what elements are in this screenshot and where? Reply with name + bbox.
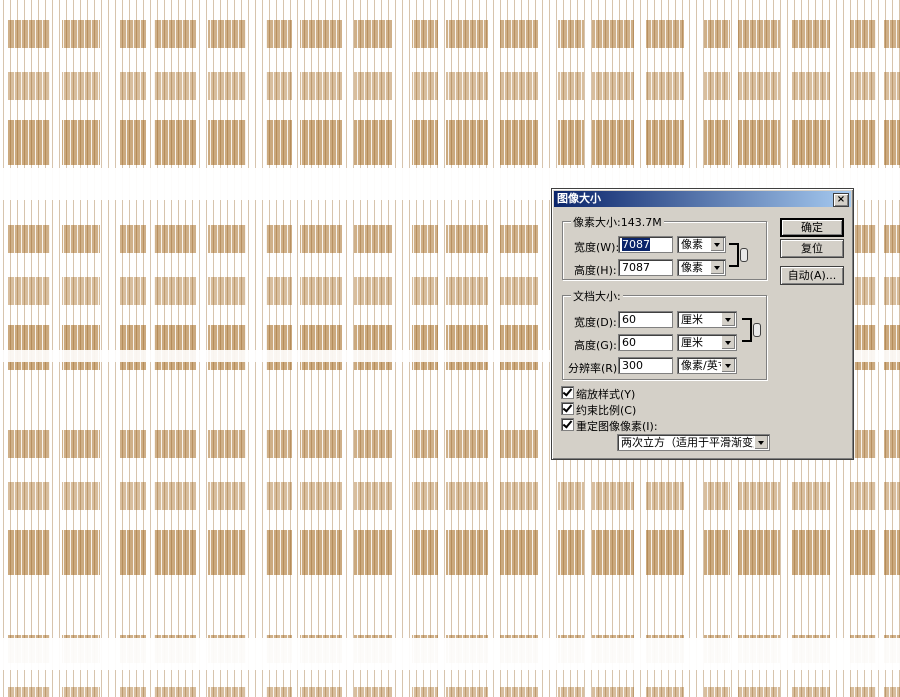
pixel-link-bracket (729, 243, 739, 267)
pixel-width-label: 宽度(W): (574, 241, 620, 254)
ok-button[interactable]: 确定 (780, 218, 844, 237)
resolution-label: 分辨率(R): (568, 362, 621, 375)
chevron-down-icon (721, 313, 735, 326)
close-icon: × (836, 194, 846, 205)
scale-styles-label: 缩放样式(Y) (576, 388, 636, 401)
doc-height-label: 高度(G): (574, 339, 617, 352)
link-chain-icon (740, 248, 748, 262)
resample-checkbox[interactable] (561, 418, 574, 431)
doc-link-bracket (742, 318, 752, 342)
link-chain-icon (753, 323, 761, 337)
pixel-height-unit-select[interactable]: 像素 (677, 259, 726, 276)
pixel-width-input[interactable]: 7087 (618, 236, 673, 253)
resample-label: 重定图像像素(I): (576, 420, 658, 433)
dialog-title: 图像大小 (557, 192, 601, 205)
resolution-unit-select[interactable]: 像素/英寸 (677, 357, 737, 374)
doc-width-unit-select[interactable]: 厘米 (677, 311, 737, 328)
pixel-height-input[interactable]: 7087 (618, 259, 673, 276)
chevron-down-icon (721, 336, 735, 349)
doc-width-input[interactable]: 60 (618, 311, 673, 328)
dialog-titlebar[interactable]: 图像大小 × (554, 191, 851, 207)
chevron-down-icon (754, 436, 768, 449)
auto-button[interactable]: 自动(A)... (780, 266, 844, 285)
chevron-down-icon (710, 261, 724, 274)
chevron-down-icon (710, 238, 724, 251)
pixel-dimensions-label: 像素大小:143.7M (571, 214, 664, 230)
resolution-input[interactable]: 300 (618, 357, 673, 374)
close-button[interactable]: × (833, 193, 849, 207)
doc-height-input[interactable]: 60 (618, 334, 673, 351)
pixel-width-unit-select[interactable]: 像素 (677, 236, 726, 253)
image-size-dialog: 图像大小 × 像素大小:143.7M 宽度(W): 7087 像素 高度(H):… (551, 188, 854, 460)
scale-styles-checkbox[interactable] (561, 386, 574, 399)
doc-width-label: 宽度(D): (574, 316, 617, 329)
pixel-height-label: 高度(H): (574, 264, 617, 277)
reset-button[interactable]: 复位 (780, 239, 844, 258)
chevron-down-icon (721, 359, 735, 372)
resample-method-select[interactable]: 两次立方（适用于平滑渐变） (617, 434, 770, 451)
document-size-label: 文档大小: (571, 288, 623, 304)
doc-height-unit-select[interactable]: 厘米 (677, 334, 737, 351)
constrain-proportions-checkbox[interactable] (561, 402, 574, 415)
constrain-proportions-label: 约束比例(C) (576, 404, 637, 417)
